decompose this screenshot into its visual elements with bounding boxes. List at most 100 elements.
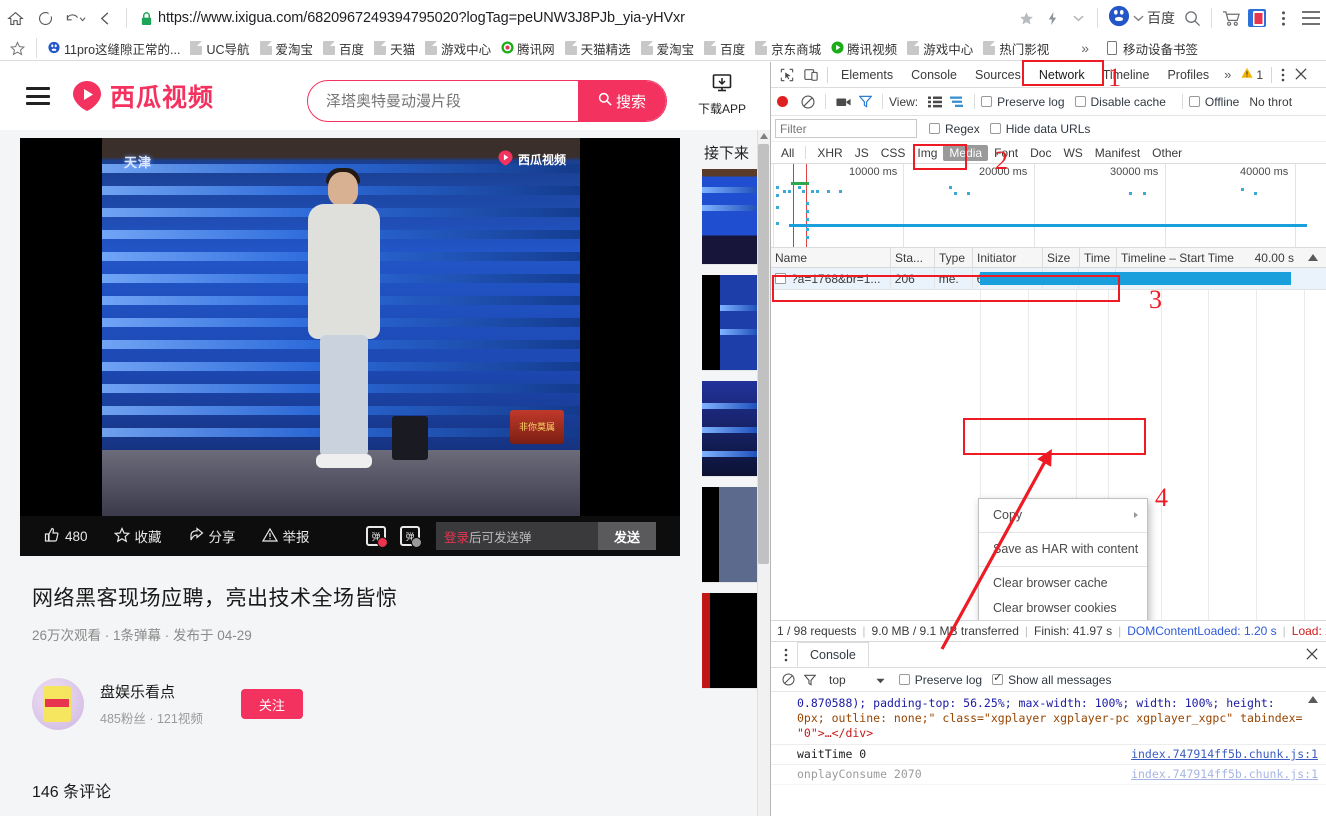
regex-checkbox[interactable]: Regex [929,122,980,136]
clear-console-icon[interactable] [777,669,799,691]
bookmark-item-8[interactable]: 爱淘宝 [636,37,700,59]
type-filter-xhr[interactable]: XHR [811,145,848,161]
search-input[interactable] [308,81,578,121]
address-bar[interactable]: https://www.ixigua.com/68209672493947950… [137,5,1013,31]
bookmark-item-0[interactable]: 11pro这缝隙正常的... [43,37,185,59]
author-name[interactable]: 盘娱乐看点 [100,681,203,702]
search-icon[interactable] [1179,5,1205,31]
tab-network[interactable]: Network [1030,62,1094,88]
bookmark-star-icon[interactable] [1013,5,1039,31]
danmu-input[interactable]: 登录后可发送弹 [436,522,598,550]
danmu-settings-icon[interactable]: 弹 [400,526,420,546]
filter-input[interactable] [775,119,917,138]
up-next-thumbnail[interactable] [702,593,758,689]
list-view-icon[interactable] [924,91,946,113]
download-app-button[interactable]: 下载APP [696,74,748,117]
up-next-thumbnail[interactable] [702,381,758,477]
more-tabs-icon[interactable]: » [1218,67,1237,82]
danmu-on-icon[interactable]: 弹 [366,526,386,546]
type-filter-img[interactable]: Img [911,145,943,161]
table-row[interactable]: ?a=1768&br=1... 206 me. 682006 9.0 35 [771,268,1326,290]
type-filter-media[interactable]: Media [943,145,988,161]
type-filter-css[interactable]: CSS [875,145,912,161]
history-dropdown-icon[interactable] [60,3,90,33]
console-preserve-log-checkbox[interactable]: Preserve log [899,673,982,687]
tab-timeline[interactable]: Timeline [1094,62,1159,88]
column-size[interactable]: Size [1043,248,1080,268]
bookmark-item-13[interactable]: 热门影视 [978,37,1054,59]
console-entry-source[interactable]: index.747914ff5b.chunk.js:1 [1121,767,1318,782]
menu-item-clear-cookies[interactable]: Clear browser cookies [979,596,1147,620]
drawer-menu-icon[interactable] [779,648,793,662]
drawer-close-icon[interactable] [1306,647,1318,663]
console-filter-icon[interactable] [799,669,821,691]
column-timeline[interactable]: Timeline – Start Time [1117,248,1272,268]
inspect-element-icon[interactable] [775,63,799,87]
bookmark-item-11[interactable]: 腾讯视频 [826,37,902,59]
tab-elements[interactable]: Elements [832,62,902,88]
menu-item-save-har[interactable]: Save as HAR with content [979,537,1147,562]
type-filter-manifest[interactable]: Manifest [1089,145,1146,161]
danmu-login-link[interactable]: 登录 [444,527,469,546]
video-player[interactable]: 天津 西瓜视频 非你莫属 480 [20,138,680,556]
network-overview[interactable]: 10000 ms 20000 ms 30000 ms 40000 ms [771,164,1326,248]
share-button[interactable]: 分享 [188,526,236,546]
console-output[interactable]: 0.870588); padding-top: 56.25%; max-widt… [771,692,1326,785]
clear-icon[interactable] [797,91,819,113]
tab-profiles[interactable]: Profiles [1158,62,1218,88]
reload-icon[interactable] [30,3,60,33]
danmu-send-button[interactable]: 发送 [598,522,656,550]
show-all-messages-checkbox[interactable]: Show all messages [992,673,1111,687]
site-brand[interactable]: 西瓜视频 [72,78,214,114]
like-button[interactable]: 480 [44,527,88,546]
column-status[interactable]: Sta... [891,248,935,268]
devtools-close-icon[interactable] [1292,67,1310,83]
follow-button[interactable]: 关注 [241,689,303,719]
console-scroll-up-arrow-icon[interactable] [1308,696,1318,703]
tab-sources[interactable]: Sources [966,62,1030,88]
hamburger-menu-icon[interactable] [1296,5,1326,31]
menu-item-clear-cache[interactable]: Clear browser cache [979,571,1147,596]
console-entry-source[interactable]: index.747914ff5b.chunk.js:1 [1121,747,1318,762]
capture-screenshots-icon[interactable] [832,91,854,113]
back-icon[interactable] [90,3,120,33]
filter-funnel-icon[interactable] [854,91,876,113]
column-name[interactable]: Name [771,248,891,268]
chevron-down-icon-se[interactable] [1133,9,1144,27]
bookmarks-overflow-button[interactable]: » [1076,37,1094,59]
bookmark-item-6[interactable]: 腾讯网 [496,37,560,59]
waterfall-view-icon[interactable] [946,91,968,113]
overflow-menu-icon[interactable] [1270,5,1296,31]
bookmark-item-10[interactable]: 京东商城 [750,37,826,59]
bookmark-star-toggle[interactable] [0,37,30,59]
scroll-up-arrow-icon[interactable] [760,133,768,139]
bookmark-item-9[interactable]: 百度 [699,37,750,59]
bookmark-item-4[interactable]: 天猫 [369,37,420,59]
favorite-button[interactable]: 收藏 [114,526,162,546]
cart-icon[interactable] [1218,5,1244,31]
bookmark-item-2[interactable]: 爱淘宝 [255,37,319,59]
bookmark-item-12[interactable]: 游戏中心 [902,37,978,59]
chevron-down-icon[interactable] [1065,5,1091,31]
site-search-box[interactable]: 搜索 [307,80,667,122]
column-type[interactable]: Type [935,248,973,268]
type-filter-ws[interactable]: WS [1057,145,1088,161]
bookmark-item-3[interactable]: 百度 [318,37,369,59]
bookmark-item-1[interactable]: UC导航 [185,37,254,59]
column-initiator[interactable]: Initiator [973,248,1043,268]
phone-extension-icon[interactable] [1244,5,1270,31]
type-filter-doc[interactable]: Doc [1024,145,1057,161]
search-button[interactable]: 搜索 [578,81,666,121]
home-icon[interactable] [0,3,30,33]
device-toolbar-icon[interactable] [799,63,823,87]
offline-checkbox[interactable]: Offline [1189,95,1239,109]
page-scrollbar-thumb[interactable] [758,144,769,564]
up-next-thumbnail[interactable] [702,169,758,265]
column-time[interactable]: Time [1080,248,1117,268]
bookmark-item-5[interactable]: 游戏中心 [420,37,496,59]
type-filter-font[interactable]: Font [988,145,1024,161]
scroll-up-arrow-icon[interactable] [1308,254,1318,261]
devtools-settings-icon[interactable] [1276,68,1290,82]
bookmark-item-7[interactable]: 天猫精选 [560,37,636,59]
site-menu-icon[interactable] [26,87,50,105]
